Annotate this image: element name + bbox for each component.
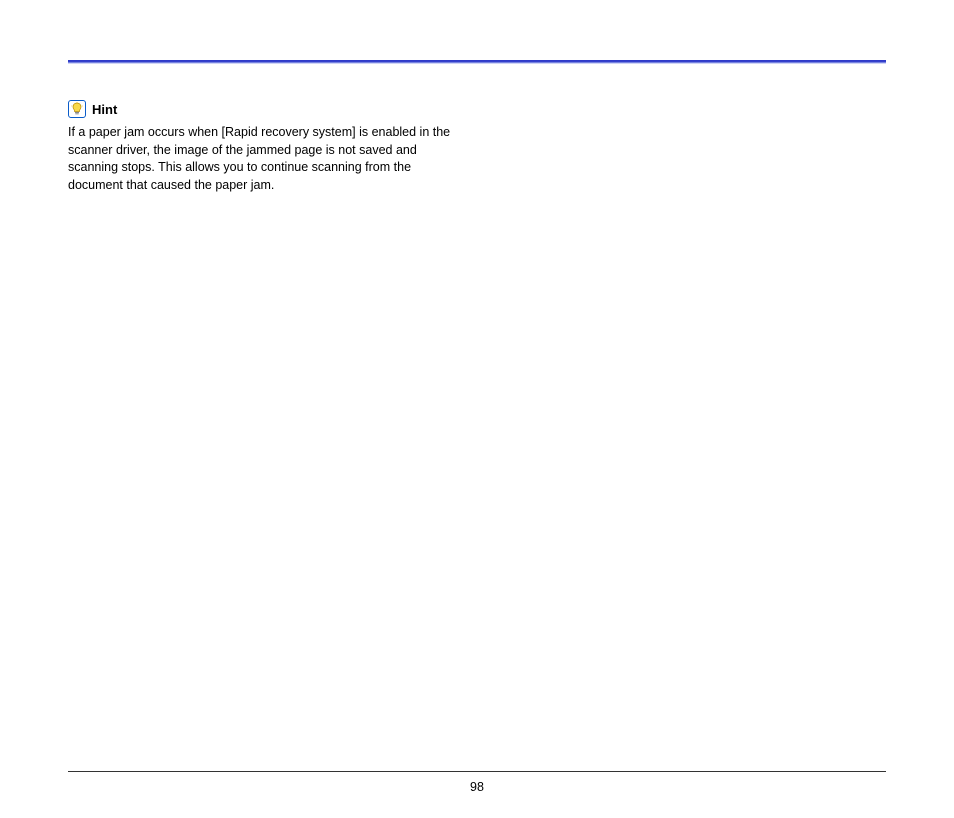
footer-horizontal-rule (68, 771, 886, 772)
hint-body-text: If a paper jam occurs when [Rapid recove… (68, 124, 458, 194)
lightbulb-icon (68, 100, 86, 118)
page-footer: 98 (68, 771, 886, 794)
top-horizontal-rule (68, 60, 886, 64)
page-container: Hint If a paper jam occurs when [Rapid r… (0, 0, 954, 194)
content-column: Hint If a paper jam occurs when [Rapid r… (68, 100, 458, 194)
page-number: 98 (68, 780, 886, 794)
hint-label: Hint (92, 102, 117, 117)
hint-header: Hint (68, 100, 458, 118)
